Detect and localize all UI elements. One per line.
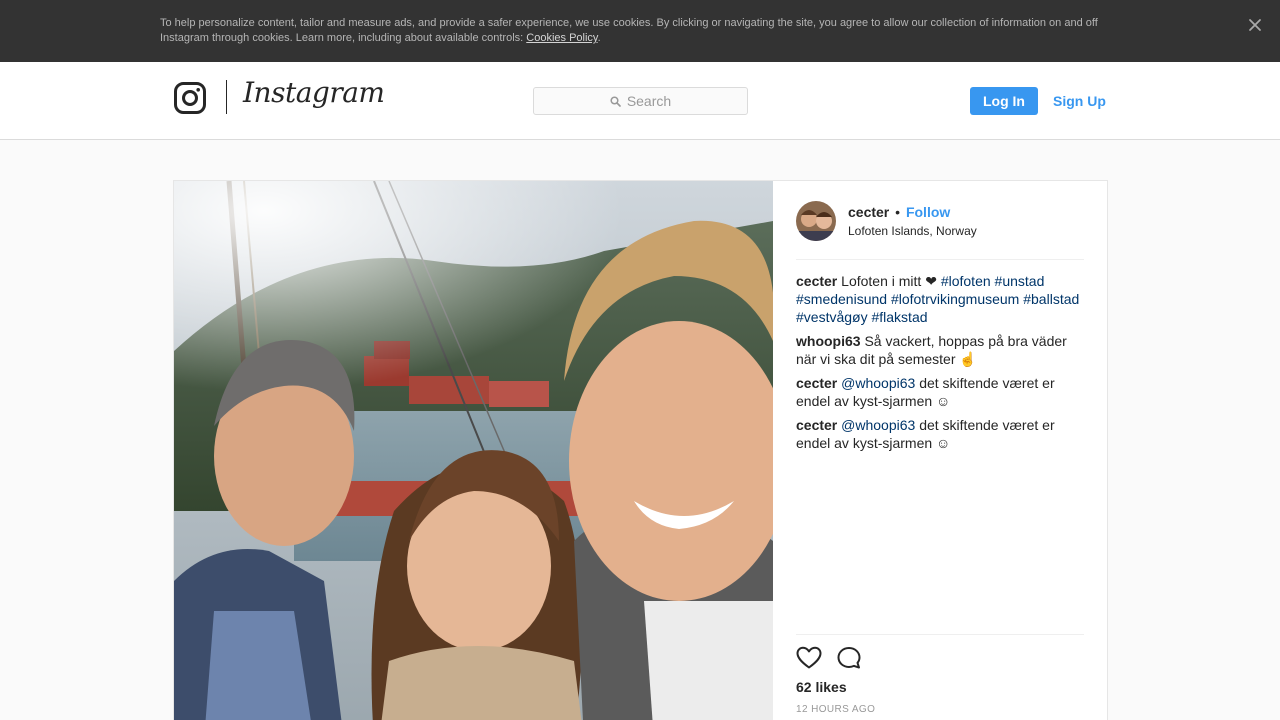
mention-link[interactable]: @whoopi63 — [841, 417, 915, 433]
hashtag-link[interactable]: #vestvågøy — [796, 309, 868, 325]
post-timestamp[interactable]: 12 HOURS AGO — [796, 704, 875, 715]
author-username[interactable]: cecter — [848, 204, 889, 220]
logo-divider — [226, 80, 227, 114]
cookie-notice-body: To help personalize content, tailor and … — [160, 17, 1098, 44]
caption: cecter Lofoten i mitt ❤ #lofoten #unstad… — [796, 272, 1086, 326]
post-card: cecter • Follow Lofoten Islands, Norway … — [173, 180, 1108, 720]
comment-username[interactable]: whoopi63 — [796, 333, 861, 349]
top-navigation: Instagram Search Log In Sign Up — [0, 62, 1280, 140]
separator-dot: • — [895, 204, 901, 220]
cookie-notice-text: To help personalize content, tailor and … — [160, 16, 1120, 46]
search-input[interactable]: Search — [533, 87, 748, 115]
search-placeholder: Search — [626, 93, 672, 109]
hashtag-link[interactable]: #ballstad — [1023, 291, 1079, 307]
instagram-camera-icon[interactable] — [174, 82, 206, 114]
avatar[interactable] — [796, 201, 836, 241]
cookie-banner: To help personalize content, tailor and … — [0, 0, 1280, 62]
hashtag-link[interactable]: #lofoten — [941, 273, 991, 289]
follow-button[interactable]: Follow — [906, 204, 950, 220]
actions-divider — [796, 634, 1084, 635]
author-line: cecter • Follow — [848, 204, 950, 220]
cookie-notice-period: . — [597, 32, 601, 44]
instagram-wordmark[interactable]: Instagram — [243, 76, 385, 109]
close-icon[interactable] — [1246, 16, 1264, 34]
hashtag-link[interactable]: #unstad — [995, 273, 1045, 289]
heart-icon[interactable] — [796, 646, 822, 670]
caption-text: Lofoten i mitt ❤ — [841, 273, 937, 289]
post-sidebar: cecter • Follow Lofoten Islands, Norway … — [773, 181, 1108, 720]
likes-count[interactable]: 62 likes — [796, 679, 847, 695]
location-link[interactable]: Lofoten Islands, Norway — [848, 224, 977, 238]
comment-username[interactable]: cecter — [796, 375, 837, 391]
mention-link[interactable]: @whoopi63 — [841, 375, 915, 391]
hashtag-link[interactable]: #smedenisund — [796, 291, 887, 307]
post-photo[interactable] — [174, 181, 773, 720]
comment-list: cecter Lofoten i mitt ❤ #lofoten #unstad… — [796, 272, 1086, 458]
hashtag-link[interactable]: #lofotrvikingmuseum — [891, 291, 1019, 307]
selfie-photo-illustration — [174, 181, 773, 720]
hashtag-link[interactable]: #flakstad — [871, 309, 927, 325]
caption-username[interactable]: cecter — [796, 273, 837, 289]
comment: whoopi63 Så vackert, hoppas på bra väder… — [796, 332, 1086, 368]
search-icon — [610, 95, 621, 107]
login-button[interactable]: Log In — [970, 87, 1038, 115]
comment: cecter @whoopi63 det skiftende været er … — [796, 374, 1086, 410]
signup-link[interactable]: Sign Up — [1053, 93, 1106, 109]
comment: cecter @whoopi63 det skiftende været er … — [796, 416, 1086, 452]
header-divider — [796, 259, 1084, 260]
comment-icon[interactable] — [836, 646, 862, 670]
comment-username[interactable]: cecter — [796, 417, 837, 433]
cookies-policy-link[interactable]: Cookies Policy — [526, 32, 597, 44]
